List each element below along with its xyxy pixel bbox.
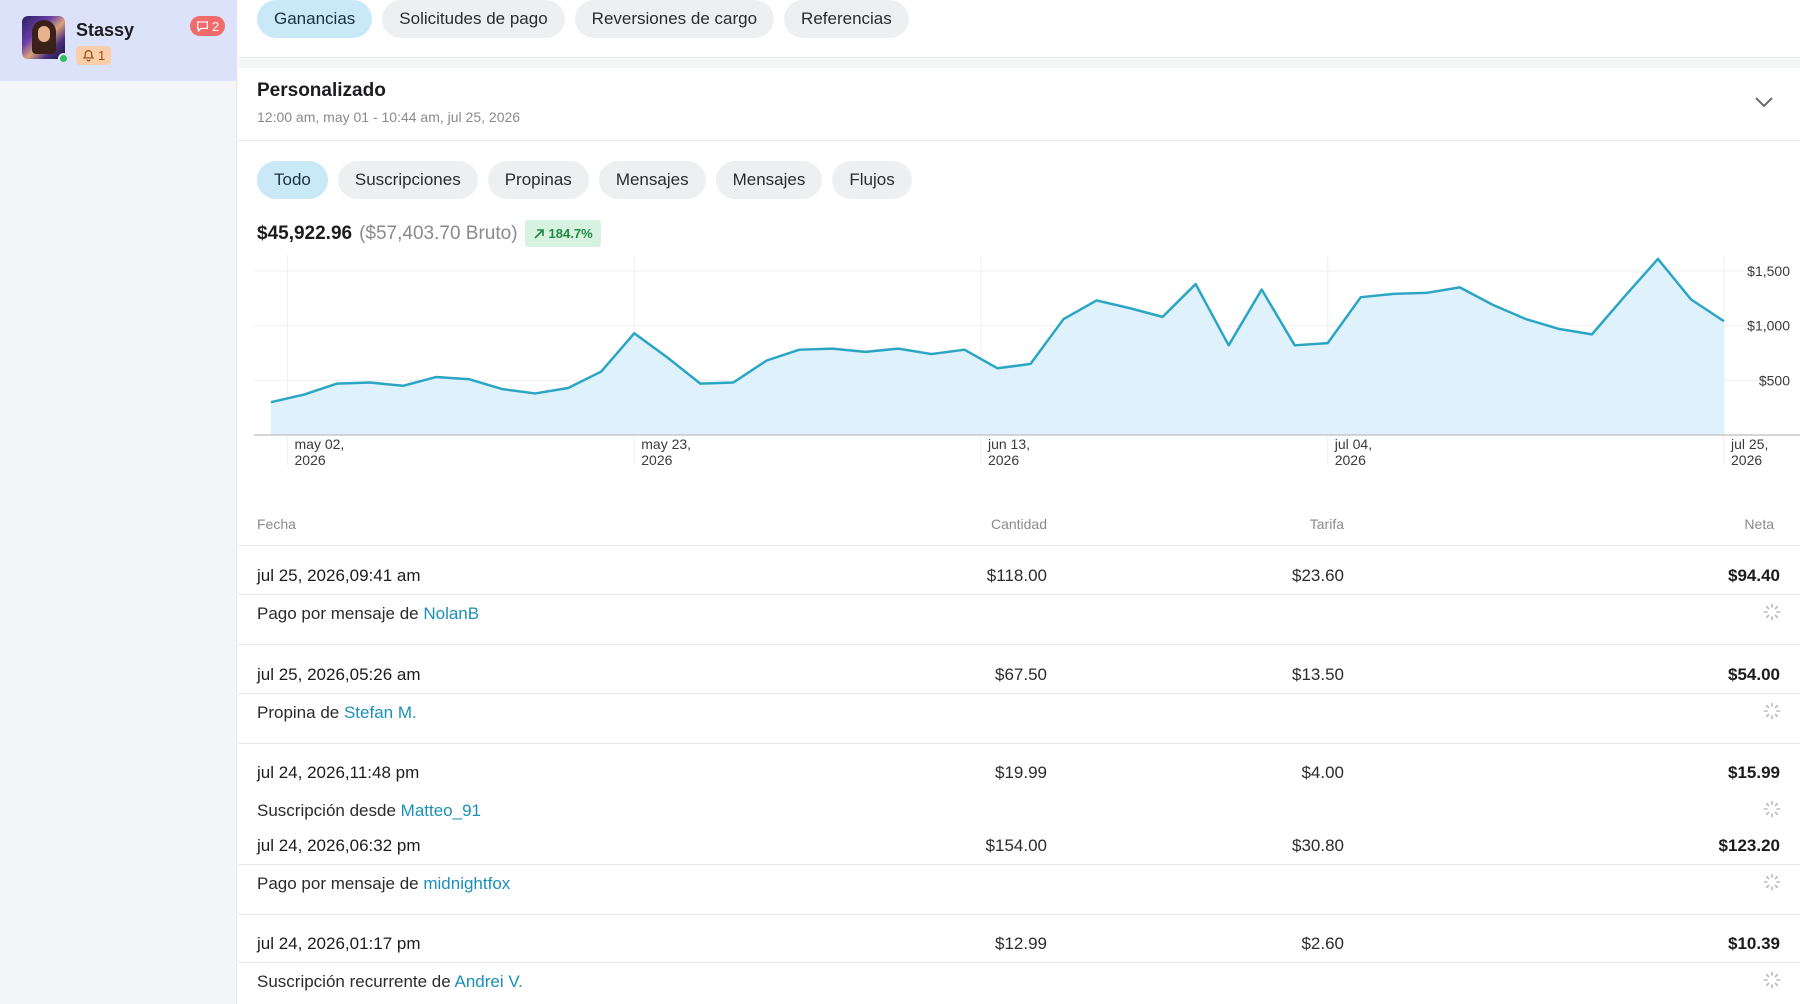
loading-spinner-icon [1763, 603, 1781, 621]
x-tick-year: 2026 [641, 452, 672, 468]
row-user-link[interactable]: NolanB [423, 604, 479, 623]
x-tick-label: jul 04, [1334, 436, 1372, 452]
row-description: Pago por mensaje de midnightfox [257, 874, 510, 894]
x-tick-label: jun 13, [987, 436, 1030, 452]
statements-tabbar: Ganancias Solicitudes de pago Reversiones … [238, 0, 1800, 58]
y-tick-label: $1,500 [1747, 263, 1790, 279]
account-name: Stassy [76, 20, 135, 40]
header-net: Neta [1744, 516, 1774, 532]
x-tick-label: jul 25, [1730, 436, 1768, 452]
y-tick-label: $500 [1759, 372, 1790, 388]
row-fee: $4.00 [1301, 763, 1344, 782]
trend-value: 184.7% [548, 226, 593, 241]
filter-mensajes-4[interactable]: Mensajes [715, 161, 823, 199]
earnings-panel: Ganancias Solicitudes de pago Reversiones … [238, 0, 1800, 1004]
gross-total: ($57,403.70 Bruto) [359, 222, 518, 244]
row-amount: $67.50 [995, 665, 1047, 684]
row-date: jul 24, 2026,06:32 pm [257, 836, 421, 855]
earnings-filters: Todo Suscripciones Propinas Mensajes Mensaje… [257, 161, 912, 199]
row-amount: $19.99 [995, 763, 1047, 782]
messages-badge: 2 [190, 16, 226, 36]
header-date: Fecha [257, 516, 296, 532]
series-area [271, 258, 1724, 435]
header-amount: Cantidad [990, 516, 1047, 532]
row-user-link[interactable]: midnightfox [423, 874, 510, 893]
date-range-selector[interactable]: Personalizado 12:00 am, may 01 - 10:44 a… [238, 68, 1800, 141]
row-net: $15.99 [1728, 763, 1780, 782]
message-icon [197, 21, 208, 32]
row-description: Propina de Stefan M. [257, 703, 417, 723]
filter-todo[interactable]: Todo [257, 161, 328, 199]
row-fee: $30.80 [1292, 836, 1344, 855]
earnings-summary: $45,922.96 ($57,403.70 Bruto) 184.7% [257, 220, 601, 247]
bell-icon [82, 50, 95, 62]
arrow-up-right-icon [533, 228, 544, 239]
sidebar: Stassy 1 2 [0, 0, 237, 1004]
row-date: jul 25, 2026,09:41 am [257, 566, 421, 585]
row-description: Suscripción desde Matteo_91 [257, 801, 481, 821]
notifications-badge: 1 [76, 46, 112, 65]
net-total: $45,922.96 [257, 222, 353, 244]
row-description-prefix: Pago por mensaje de [257, 874, 419, 893]
x-tick-year: 2026 [1335, 452, 1366, 468]
row-description-prefix: Propina de [257, 703, 340, 722]
row-net: $94.40 [1728, 566, 1780, 585]
row-user-link[interactable]: Andrei V. [455, 972, 523, 991]
row-description-prefix: Suscripción recurrente de [257, 972, 451, 991]
filter-propinas[interactable]: Propinas [487, 161, 589, 199]
table-header: Fecha Cantidad Tarifa Neta [238, 510, 1800, 546]
row-fee: $2.60 [1301, 934, 1344, 953]
row-description: Pago por mensaje de NolanB [257, 604, 479, 624]
date-range-title: Personalizado [257, 80, 386, 101]
filter-suscripciones[interactable]: Suscripciones [337, 161, 478, 199]
x-tick-year: 2026 [988, 452, 1019, 468]
trend-badge: 184.7% [524, 220, 601, 247]
x-tick-year: 2026 [295, 452, 326, 468]
loading-spinner-icon [1763, 971, 1781, 989]
filter-mensajes[interactable]: Mensajes [598, 161, 706, 199]
row-net: $123.20 [1718, 836, 1780, 855]
row-net: $10.39 [1728, 934, 1780, 953]
chevron-down-icon[interactable] [1753, 94, 1775, 110]
row-fee: $23.60 [1292, 566, 1344, 585]
loading-spinner-icon [1763, 702, 1781, 720]
x-tick-year: 2026 [1731, 452, 1762, 468]
row-description-prefix: Pago por mensaje de [257, 604, 419, 623]
earnings-chart: $500$1,000$1,500may 02,2026may 23,2026ju… [254, 255, 1800, 468]
online-status-dot [58, 53, 69, 64]
row-description: Suscripción recurrente de Andrei V. [257, 972, 523, 992]
tab-solicitudes-de-pago[interactable]: Solicitudes de pago [382, 0, 565, 38]
row-amount: $154.00 [985, 836, 1047, 855]
row-fee: $13.50 [1292, 665, 1344, 684]
statements-tabs: Ganancias Solicitudes de pago Reversiones … [257, 0, 909, 38]
x-tick-label: may 23, [641, 436, 691, 452]
notifications-count: 1 [98, 48, 106, 63]
row-net: $54.00 [1728, 665, 1780, 684]
row-date: jul 25, 2026,05:26 am [257, 665, 421, 684]
account-item-stassy[interactable]: Stassy 1 2 [0, 0, 237, 81]
row-date: jul 24, 2026,01:17 pm [257, 934, 421, 953]
avatar [22, 16, 65, 59]
messages-count: 2 [212, 18, 220, 34]
header-fee: Tarifa [1309, 516, 1344, 532]
tab-reversiones-de-cargo[interactable]: Reversiones de cargo [574, 0, 775, 38]
tab-referencias[interactable]: Referencias [784, 0, 909, 38]
tab-ganancias[interactable]: Ganancias [257, 0, 373, 38]
row-amount: $118.00 [986, 566, 1047, 585]
loading-spinner-icon [1763, 873, 1781, 891]
filter-flujos[interactable]: Flujos [832, 161, 912, 199]
date-range-value: 12:00 am, may 01 - 10:44 am, jul 25, 202… [257, 109, 521, 125]
row-date: jul 24, 2026,11:48 pm [257, 763, 420, 782]
y-tick-label: $1,000 [1747, 318, 1790, 334]
x-tick-label: may 02, [295, 436, 345, 452]
row-description-prefix: Suscripción desde [257, 801, 396, 820]
loading-spinner-icon [1763, 800, 1781, 818]
row-user-link[interactable]: Stefan M. [344, 703, 417, 722]
row-user-link[interactable]: Matteo_91 [401, 801, 481, 820]
row-amount: $12.99 [995, 934, 1047, 953]
